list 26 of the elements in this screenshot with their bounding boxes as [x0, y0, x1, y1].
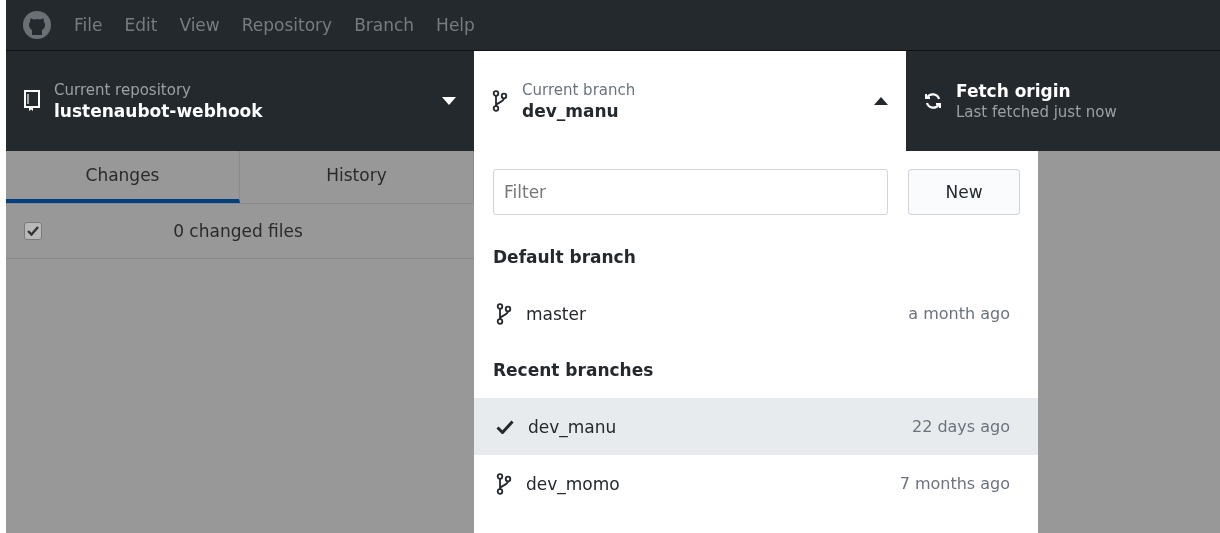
- caret-icon: [442, 97, 456, 105]
- branch-icon: [496, 472, 512, 495]
- menu-item[interactable]: Edit: [124, 15, 158, 35]
- caret-icon: [874, 97, 888, 105]
- filter-field[interactable]: Filter: [493, 169, 888, 215]
- menu-item[interactable]: Branch: [354, 15, 415, 35]
- section-header: Recent branches: [492, 359, 655, 382]
- branch-icon: [496, 302, 512, 325]
- branch-selector[interactable]: Current branch dev_manu: [474, 51, 906, 151]
- new-branch-button[interactable]: New: [908, 169, 1020, 215]
- logo-icon[interactable]: [22, 10, 52, 40]
- changed-files-count: 0 changed files: [172, 221, 304, 241]
- select-all-checkbox[interactable]: [24, 222, 42, 240]
- menu-item[interactable]: View: [179, 15, 220, 35]
- dropdown-list-item[interactable]: dev_momo 7 months ago: [474, 455, 1038, 512]
- menu-item[interactable]: Repository: [241, 15, 333, 35]
- sync-icon: [924, 92, 942, 110]
- check-icon: [496, 419, 514, 434]
- book-icon: [24, 90, 40, 112]
- branch-icon: [492, 90, 508, 112]
- menu-item[interactable]: Help: [436, 15, 475, 35]
- dropdown-list-item[interactable]: master a month ago: [474, 285, 1038, 342]
- dropdown-list-item[interactable]: dev_manu 22 days ago: [474, 398, 1038, 455]
- section-header: Default branch: [492, 246, 637, 269]
- menu-item[interactable]: File: [74, 15, 103, 35]
- tab[interactable]: Changes: [6, 151, 240, 203]
